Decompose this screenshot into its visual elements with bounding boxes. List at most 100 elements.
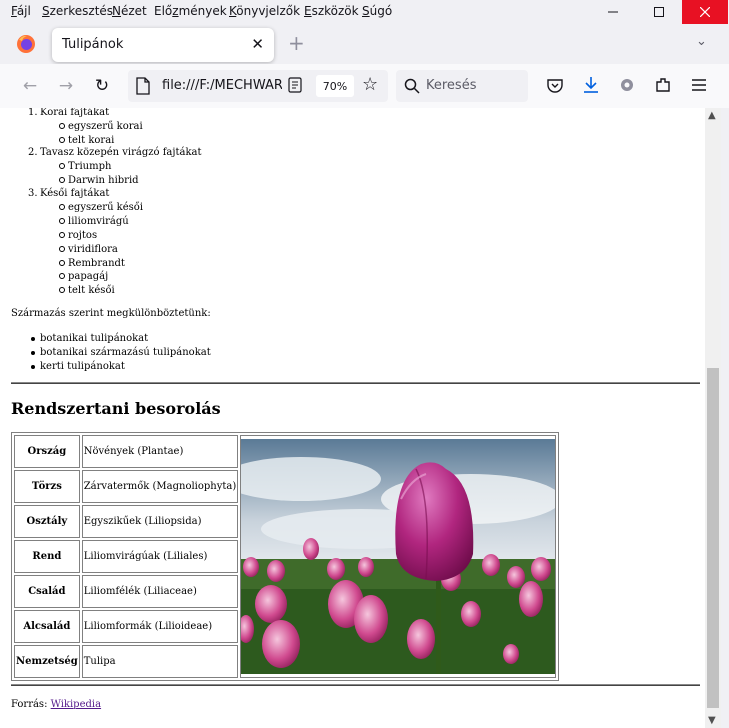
rank-cell: Osztály [14,505,80,538]
rank-cell: Ország [14,435,80,468]
list-item: rojtos [68,230,98,241]
menu-help[interactable]: Súgó [362,4,392,18]
rank-cell: Család [14,575,80,608]
hamburger-menu-icon[interactable] [690,77,708,93]
extension-gear-icon[interactable] [618,76,636,94]
value-cell: Tulipa [81,645,239,678]
list-item-early: Korai fajtákat [40,108,110,118]
menu-file[interactable]: Fájl [11,4,31,18]
list-item-late: Késői fajtákat [40,188,110,199]
vertical-scrollbar[interactable]: ▲ ▼ [705,108,721,728]
minimize-button[interactable] [590,0,636,24]
minimize-icon [608,11,618,13]
origin-intro: Származás szerint megkülönböztetünk: [11,308,211,319]
list-number: 3. [28,188,38,199]
list-item: Rembrandt [68,258,125,269]
maximize-icon [654,7,664,17]
page-icon [136,77,150,95]
forward-button[interactable]: → [54,74,78,98]
list-item: telt késői [68,285,115,296]
rank-cell: Törzs [14,470,80,503]
disc-bullet-icon [31,365,35,369]
arrow-right-icon: → [58,76,74,96]
circle-bullet-icon [59,273,65,279]
list-number: 1. [28,108,38,118]
scrollbar-thumb[interactable] [707,368,719,708]
list-item: egyszerű korai [68,121,143,132]
taxonomy-heading: Rendszertani besorolás [11,399,221,418]
rank-cell: Rend [14,540,80,573]
search-bar[interactable]: Keresés [396,70,528,102]
menu-bar: Fájl Szerkesztés Nézet Előzmények Könyvj… [0,0,729,24]
close-tab-icon[interactable]: ✕ [251,35,264,53]
scroll-down-arrow-icon[interactable]: ▼ [708,715,716,726]
download-icon[interactable] [582,76,600,94]
reload-icon: ↻ [94,76,110,96]
reload-button[interactable]: ↻ [90,74,114,98]
value-cell: Növények (Plantae) [81,435,239,468]
value-cell: Zárvatermők (Magnoliophyta) [81,470,239,503]
disc-bullet-icon [31,351,35,355]
circle-bullet-icon [59,123,65,129]
reader-view-icon[interactable] [288,77,302,93]
menu-edit[interactable]: Szerkesztés [42,4,113,18]
tulip-image-cell [240,435,557,678]
taxonomy-table: Ország Növények (Plantae) Törzs Zárvater… [11,432,560,681]
circle-bullet-icon [59,287,65,293]
circle-bullet-icon [59,232,65,238]
circle-bullet-icon [59,260,65,266]
scroll-up-arrow-icon[interactable]: ▲ [708,110,716,121]
bookmark-star-icon[interactable]: ☆ [362,74,378,95]
source-line: Forrás: Wikipedia [11,698,101,711]
close-window-button[interactable] [682,0,728,24]
menu-tools[interactable]: Eszközök [304,4,359,18]
rank-cell: Nemzetség [14,645,80,678]
divider [11,684,700,686]
tab-bar: Tulipánok ✕ + ⌄ [0,24,729,64]
list-item: papagáj [68,271,109,282]
value-cell: Liliomfélék (Liliaceae) [81,575,239,608]
divider [11,382,700,384]
nav-bar: ← → ↻ file:///F:/MECHWAR 70% ☆ Keresés [0,64,729,109]
circle-bullet-icon [59,163,65,169]
list-item: egyszerű késői [68,202,144,213]
maximize-button[interactable] [636,0,682,24]
firefox-logo-icon[interactable] [16,34,36,54]
circle-bullet-icon [59,137,65,143]
list-item: Darwin hibrid [68,175,139,186]
list-item: Triumph [68,161,112,172]
table-row: Ország Növények (Plantae) [14,435,557,678]
circle-bullet-icon [59,246,65,252]
list-number: 2. [28,147,38,158]
close-icon [700,7,710,17]
list-item: botanikai származású tulipánokat [40,347,211,358]
wikipedia-link[interactable]: Wikipedia [51,699,101,710]
new-tab-icon[interactable]: + [288,31,305,55]
rank-cell: Alcsalád [14,610,80,643]
value-cell: Liliomvirágúak (Liliales) [81,540,239,573]
list-item: botanikai tulipánokat [40,333,149,344]
tulip-photo [241,439,556,674]
value-cell: Liliomformák (Lilioideae) [81,610,239,643]
tab-title: Tulipánok [62,37,124,52]
search-icon [404,78,420,94]
zoom-indicator[interactable]: 70% [316,75,354,97]
page-content: 1. Korai fajtákat egyszerű korai telt ko… [0,108,705,728]
menu-view[interactable]: Nézet [112,4,147,18]
address-bar[interactable]: file:///F:/MECHWAR 70% ☆ [128,70,388,102]
url-text[interactable]: file:///F:/MECHWAR [162,78,282,93]
chevron-down-icon[interactable]: ⌄ [696,34,707,49]
list-item: kerti tulipánokat [40,361,125,372]
search-placeholder: Keresés [426,78,477,93]
circle-bullet-icon [59,218,65,224]
window-edge [721,108,729,728]
extensions-icon[interactable] [654,76,672,94]
menu-bookmarks[interactable]: Könyvjelzők [229,4,300,18]
pocket-icon[interactable] [546,77,564,95]
tab-tulipanok[interactable]: Tulipánok ✕ [52,28,274,62]
menu-history[interactable]: Előzmények [154,4,227,18]
value-cell: Egyszikűek (Liliopsida) [81,505,239,538]
list-item-midspring: Tavasz közepén virágzó fajtákat [40,147,202,158]
list-item: viridiflora [68,244,118,255]
back-button[interactable]: ← [18,74,42,98]
